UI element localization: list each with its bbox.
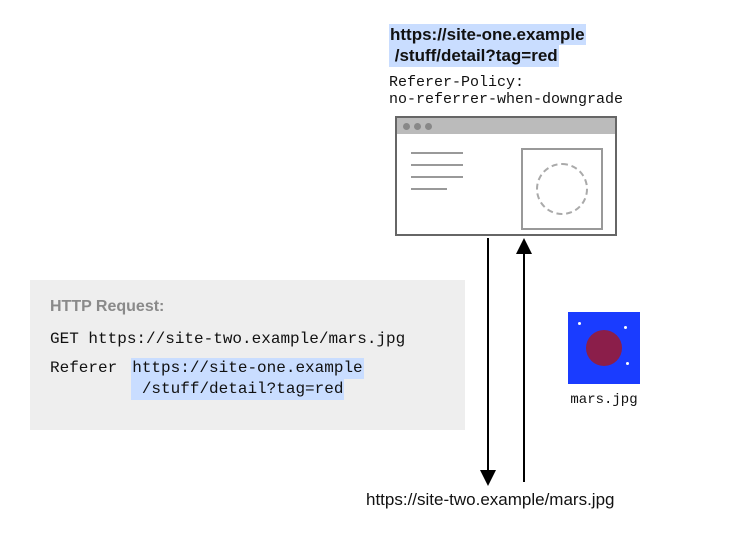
browser-window <box>395 116 617 236</box>
mars-image-asset: mars.jpg <box>568 312 640 408</box>
origin-url-line2: /stuff/detail?tag=red <box>389 45 559 66</box>
mars-image-icon <box>568 312 640 384</box>
origin-page-url: https://site-one.example /stuff/detail?t… <box>389 24 586 67</box>
loading-circle-icon <box>536 163 588 215</box>
http-request-title: HTTP Request: <box>50 298 445 316</box>
browser-chrome <box>397 118 615 134</box>
referer-header-value: https://site-one.example /stuff/detail?t… <box>131 358 363 400</box>
http-request-line: GET https://site-two.example/mars.jpg <box>50 330 445 348</box>
policy-line1: Referer-Policy: <box>389 74 524 91</box>
mars-image-filename: mars.jpg <box>570 392 637 408</box>
referer-header-name: Referer <box>50 358 117 400</box>
target-resource-url: https://site-two.example/mars.jpg <box>366 490 614 510</box>
policy-line2: no-referrer-when-downgrade <box>389 91 623 108</box>
image-placeholder <box>521 148 603 230</box>
origin-url-line1: https://site-one.example <box>389 24 586 45</box>
request-response-arrows <box>0 0 744 544</box>
http-request-panel: HTTP Request: GET https://site-two.examp… <box>30 280 465 430</box>
page-text-placeholder <box>411 152 463 200</box>
referrer-policy-label: Referer-Policy: no-referrer-when-downgra… <box>389 74 623 109</box>
http-referer-header: Referer https://site-one.example /stuff/… <box>50 358 445 400</box>
